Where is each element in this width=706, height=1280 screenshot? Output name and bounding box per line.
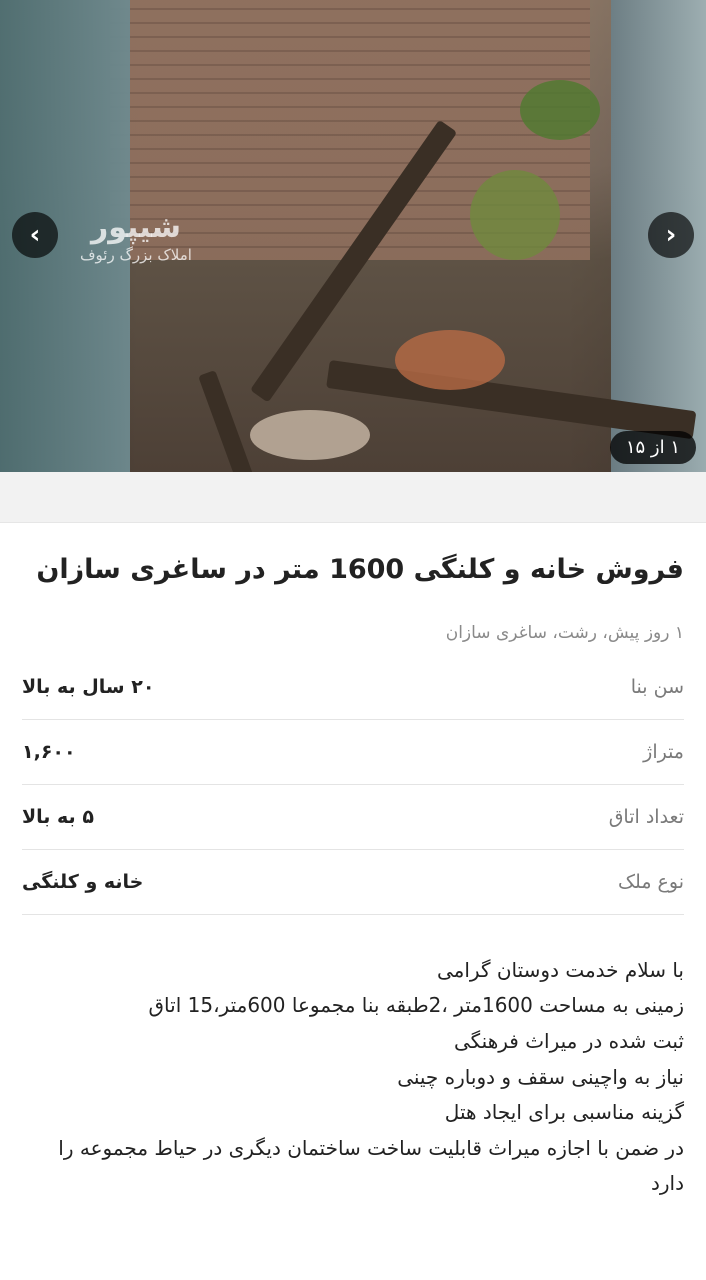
detail-row-area: متراژ ۱,۶۰۰ <box>22 720 684 785</box>
detail-value: خانه و کلنگی <box>22 870 144 893</box>
detail-row-property-type: نوع ملک خانه و کلنگی <box>22 850 684 915</box>
detail-value: ۱,۶۰۰ <box>22 740 76 763</box>
detail-row-rooms: تعداد اتاق ۵ به بالا <box>22 785 684 850</box>
watermark-logo: شیپور املاک بزرگ رئوف <box>80 210 192 264</box>
description-line: ثبت شده در میراث فرهنگی <box>453 1028 684 1053</box>
listing-description: با سلام خدمت دوستان گرامی زمینی به مساحت… <box>22 953 684 1202</box>
wood-beam-image <box>198 370 257 472</box>
gallery-next-button[interactable]: › <box>648 212 694 258</box>
description-line: زمینی به مساحت 1600متر ،2طبقه بنا مجموعا… <box>148 993 684 1018</box>
watermark-brand: شیپور <box>90 210 182 245</box>
detail-label: نوع ملک <box>618 870 684 893</box>
listing-content: فروش خانه و کلنگی 1600 متر در ساغری سازا… <box>0 551 706 1202</box>
section-divider <box>0 472 706 523</box>
listing-title: فروش خانه و کلنگی 1600 متر در ساغری سازا… <box>36 554 684 585</box>
watermark-sub: املاک بزرگ رئوف <box>80 246 192 264</box>
rubble-image <box>250 410 370 460</box>
image-counter: ۱ از ۱۵ <box>609 431 696 464</box>
detail-value: ۵ به بالا <box>22 805 94 828</box>
chevron-left-icon: ‹ <box>29 220 41 250</box>
plant-image <box>520 80 600 140</box>
detail-label: متراژ <box>643 740 684 763</box>
detail-row-building-age: سن بنا ۲۰ سال به بالا <box>22 655 684 720</box>
photo-gallery[interactable]: شیپور املاک بزرگ رئوف ‹ › ۱ از ۱۵ <box>0 0 706 472</box>
listing-meta: ۱ روز پیش، رشت، ساغری سازان <box>445 622 684 643</box>
description-line: نیاز به واچینی سقف و دوباره چینی <box>397 1064 684 1089</box>
detail-label: سن بنا <box>630 675 684 698</box>
detail-label: تعداد اتاق <box>608 805 684 828</box>
description-line: در ضمن با اجازه میراث قابلیت ساخت ساختما… <box>58 1135 684 1196</box>
gallery-prev-button[interactable]: ‹ <box>12 212 58 258</box>
chevron-right-icon: › <box>665 220 677 250</box>
detail-value: ۲۰ سال به بالا <box>22 675 155 698</box>
description-line: گزینه مناسبی برای ایجاد هتل <box>444 1100 684 1125</box>
description-line: با سلام خدمت دوستان گرامی <box>436 957 684 982</box>
plant-image <box>470 170 560 260</box>
rubble-image <box>395 330 505 390</box>
